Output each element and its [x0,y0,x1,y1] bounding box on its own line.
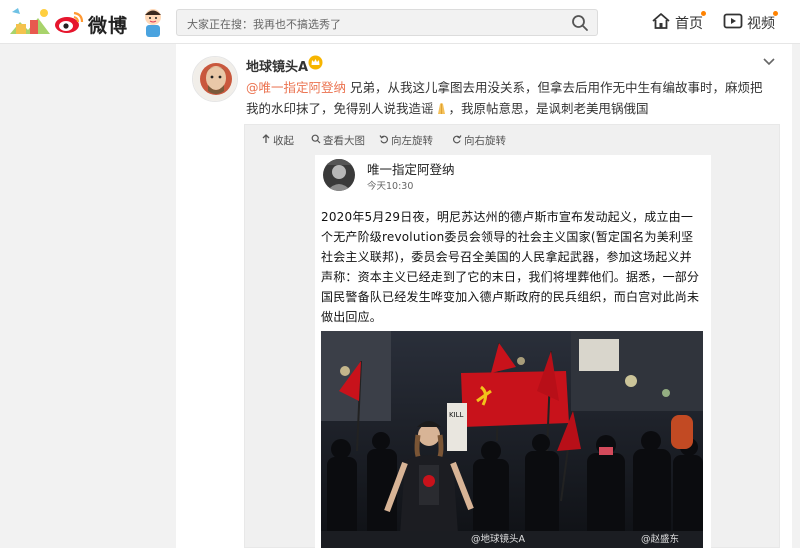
rotate-left-icon [379,135,388,144]
logo-festive-scene-icon [8,4,52,40]
chevron-down-icon[interactable] [762,56,776,66]
video-icon [723,13,743,29]
search-input[interactable]: 大家正在搜：我再也不搞选秀了 [187,16,341,32]
media-viewer: 收起 查看大图 向左旋转 向右旋转 唯一指定阿登纳 今天10:30 2020年5… [244,124,780,548]
weibo-logo[interactable]: 微博 [8,4,170,40]
top-navigation-bar: 微博 大家正在搜：我再也不搞选秀了 首页 视频 [0,0,800,44]
nav-video-label: 视频 [747,16,775,32]
rotate-right-icon [453,135,462,144]
collapse-label: 收起 [273,135,294,147]
folded-hands-icon [437,103,445,114]
watermark-2: @赵盛东 [641,534,680,545]
weibo-eye-icon [55,11,84,33]
protest-photo: KILL @地球镜头A @赵盛东 [321,331,703,548]
logo-text: 微博 [88,15,129,37]
nav-home-label: 首页 [675,16,703,32]
collapse-arrow-icon [262,134,270,143]
post-card: 地球镜头A @唯一指定阿登纳 兄弟，从我这儿拿图去用没关系，但拿去后用作无中生有… [176,44,792,548]
logo-child-illustration-icon [145,9,161,37]
mention-link[interactable]: @唯一指定阿登纳 [246,80,346,95]
protest-scene-illustration: KILL [321,331,703,548]
rotate-left-label: 向左旋转 [391,135,433,147]
post-author-name[interactable]: 地球镜头A [246,56,308,75]
post-text: @唯一指定阿登纳 兄弟，从我这儿拿图去用没关系，但拿去后用作无中生有编故事时，麻… [246,77,766,119]
magnifier-icon [311,134,321,144]
inner-timestamp: 今天10:30 [367,181,414,192]
home-icon [652,13,670,29]
vip-crown-icon[interactable] [308,55,323,70]
rotate-right-label: 向右旋转 [464,135,506,147]
inner-post-body: 2020年5月29日夜，明尼苏达州的德卢斯市宣布发动起义，成立由一个无产阶级re… [321,210,700,324]
post-text-part2: ，我原帖意思，是讽刺老美甩锅俄国 [448,101,649,116]
inner-author-name: 唯一指定阿登纳 [367,162,455,177]
avatar[interactable] [192,56,238,102]
repost-screenshot-image[interactable]: 唯一指定阿登纳 今天10:30 2020年5月29日夜，明尼苏达州的德卢斯市宣布… [315,155,711,548]
home-notification-dot [701,11,706,16]
video-notification-dot [773,11,778,16]
watermark-1: @地球镜头A [471,534,525,545]
protest-sign-text: KILL [449,411,464,419]
search-icon[interactable] [571,14,589,32]
view-large-image-label: 查看大图 [323,135,365,147]
search-bar[interactable]: 大家正在搜：我再也不搞选秀了 [176,9,598,36]
inner-avatar [323,159,355,191]
